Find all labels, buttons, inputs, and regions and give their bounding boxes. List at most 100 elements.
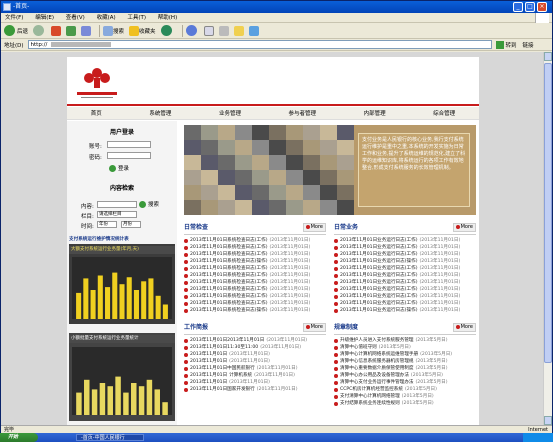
menu-file[interactable]: 文件(F) [5,15,23,21]
list-item[interactable]: 2013年11月01日11:30至11:00 (2013年11月01日) [184,344,326,351]
menu-tools[interactable]: 工具(T) [127,15,146,21]
rules-more[interactable]: More [452,323,476,332]
list-item[interactable]: 清算中心值班守则 (2013年5月日) [334,344,476,351]
list-item[interactable]: 2013年11月01日系统检查日志(工作) (2013年11月01日) [184,286,326,293]
home-button[interactable] [81,25,92,36]
folder-button[interactable] [233,25,244,36]
start-button[interactable]: 开始 [0,433,38,442]
list-item-title: 2013年11月01日业务运行日志(工作) [340,287,418,292]
list-item[interactable]: 2013年11月01日系统检查日志(工作) (2013年11月01日) [184,272,326,279]
list-item[interactable]: 2013年11月01日 (2013年11月01日) [184,379,326,386]
list-item[interactable]: 2013年11月01日系统检查日志(工作) (2013年11月01日) [184,293,326,300]
menu-view[interactable]: 查看(V) [66,15,85,21]
list-item[interactable]: 2013年11月01日业务运行日志(操作) (2013年11月01日) [334,258,476,265]
maximize-button[interactable]: □ [525,2,535,12]
banner-image-tile [303,170,320,185]
list-item[interactable]: 2013年11月01日系统检查日志(工作) (2013年11月01日) [184,265,326,272]
list-item[interactable]: 支付清算中心计算机网络管理 (2013年5月日) [334,393,476,400]
list-item[interactable]: 清算中心计算机网络系统运维管理手册 (2013年5月日) [334,351,476,358]
nav-general[interactable]: 综合管理 [433,109,455,117]
list-item[interactable]: 清算中心重要数据介质保管使用制度 (2013年5月日) [334,365,476,372]
list-item[interactable]: 清算中心办公用品及设备管理办法 (2013年5月日) [334,372,476,379]
forward-button[interactable] [33,25,46,36]
list-item[interactable]: 2013年11月01日系统检查日志(工作) (2013年11月01日) [184,251,326,258]
banner-image-tile [320,170,337,185]
nav-home[interactable]: 首页 [91,109,102,117]
work-brief-more[interactable]: More [302,323,326,332]
list-item[interactable]: 2013年11月01日中国民航银行 (2013年11月01日) [184,365,326,372]
nav-internal[interactable]: 内部管理 [364,109,386,117]
menu-help[interactable]: 帮助(H) [158,15,177,21]
nav-business[interactable]: 业务管理 [219,109,241,117]
list-item[interactable]: 2013年11月01日业务运行日志(工作) (2013年11月01日) [334,293,476,300]
password-input[interactable] [107,152,151,159]
list-item[interactable]: 支付结算系统业务连续性规则 (2013年5月日) [334,400,476,407]
list-item[interactable]: 2013年11月01日系统检查日志(操作) (2013年11月01日) [184,307,326,314]
refresh-button[interactable] [66,25,77,36]
stop-button[interactable] [51,25,62,36]
bullet-icon [184,380,188,385]
search-button[interactable]: 搜索 [103,25,124,36]
list-item[interactable]: 2013年11月01日系统检查日志(工作) (2013年11月01日) [184,244,326,251]
scroll-up-icon[interactable] [544,52,552,61]
list-item[interactable]: 2013年11月01日业务运行日志(工作) (2013年11月01日) [334,279,476,286]
list-item[interactable]: 2013年11月01日业务运行日志(工作) (2013年11月01日) [334,286,476,293]
list-item[interactable]: 升级维护人员进入支付系统服务管理 (2013年5月日) [334,337,476,344]
list-item-title: 2013年11月01日系统检查日志(工作) [190,301,268,306]
nav-participants[interactable]: 参与者管理 [289,109,317,117]
list-item[interactable]: 2013年11月01日系统检查日志(工作) (2013年11月01日) [184,300,326,307]
list-item[interactable]: 2013年11月01日业务运行日志(工作) (2013年11月01日) [334,251,476,258]
address-input[interactable]: http:// [27,40,492,49]
list-item[interactable]: 2013年11月01日业务运行日志(工作) (2013年11月01日) [334,272,476,279]
daily-business-more[interactable]: More [452,223,476,232]
daily-check-more[interactable]: More [302,223,326,232]
list-item[interactable]: 2013年11月01日业务运行日志(工作) (2013年11月01日) [334,244,476,251]
list-item[interactable]: 2013年11月01日 (2013年11月01日) [184,351,326,358]
list-item[interactable]: 2013年11月01日 (2013年11月01日) [184,358,326,365]
list-item-title: 支付清算中心计算机网络管理 [340,394,400,399]
nav-system[interactable]: 系统管理 [149,109,171,117]
list-item[interactable]: 清算中心信息系统服务器机房管理规 (2013年5月日) [334,358,476,365]
scroll-thumb[interactable] [544,63,552,363]
media-button[interactable] [160,25,174,36]
list-item[interactable]: 2013年11月01日业务运行日志(操作) (2013年11月01日) [334,307,476,314]
column-select[interactable]: 请选择栏目 [97,211,137,218]
scroll-down-icon[interactable] [544,416,552,425]
menu-favorites[interactable]: 收藏(A) [97,15,116,21]
list-item[interactable]: 2013年11月01日业务运行日志(工作) (2013年11月01日) [334,265,476,272]
list-item[interactable]: 2013年11月01日系统检查日志(工作) (2013年11月01日) [184,237,326,244]
favorites-button[interactable]: 收藏夹 [129,25,156,36]
list-item[interactable]: 2013年11月01日系统检查日志(工作) (2013年11月01日) [184,279,326,286]
account-input[interactable] [107,141,151,148]
list-item[interactable]: 2013年11月01日2013年11月01日 (2013年11月01日) [184,337,326,344]
print-button[interactable] [218,25,229,36]
vertical-scrollbar[interactable] [543,52,552,425]
star-icon [129,25,140,36]
taskbar-ie-item[interactable]: -首页-中国人民银行 [76,434,144,441]
go-button[interactable]: 转到 [495,40,517,49]
messenger-button[interactable] [248,25,259,36]
menu-edit[interactable]: 编辑(E) [35,15,54,21]
search-submit[interactable]: 搜索 [139,200,159,208]
close-button[interactable]: × [537,2,547,12]
year-select[interactable]: 年份 [97,221,117,228]
list-item[interactable]: 2013年11月01日国家开发银行 (2013年11月01日) [184,386,326,393]
list-item[interactable]: 清算中心支付业务运行事件管理办法 (2013年5月日) [334,379,476,386]
list-item[interactable]: 2013年11月01日 计算机系统 (2013年11月01日) [184,372,326,379]
list-item[interactable]: CCPC机房计算机经营监控系统 (2013年5月日) [334,386,476,393]
title-bar[interactable]: -首页- _ □ × [1,1,552,13]
month-select[interactable]: 月份 [121,221,141,228]
history-button[interactable] [185,25,199,36]
links-button[interactable]: 链接 [523,41,534,49]
list-item[interactable]: 2013年11月01日系统检查日志(操作) (2013年11月01日) [184,258,326,265]
banner-image-tile [320,155,337,170]
mail-button[interactable] [203,25,214,36]
list-item[interactable]: 2013年11月01日业务运行日志(工作) (2013年11月01日) [334,300,476,307]
forward-arrow-icon [33,25,45,36]
list-item[interactable]: 2013年11月01日业务运行日志(工作) (2013年11月01日) [334,237,476,244]
content-input[interactable] [97,201,137,208]
minimize-button[interactable]: _ [513,2,523,12]
back-button[interactable]: 后退 [4,25,28,36]
ie-icon [3,3,11,11]
login-button[interactable]: 登录 [109,164,129,172]
